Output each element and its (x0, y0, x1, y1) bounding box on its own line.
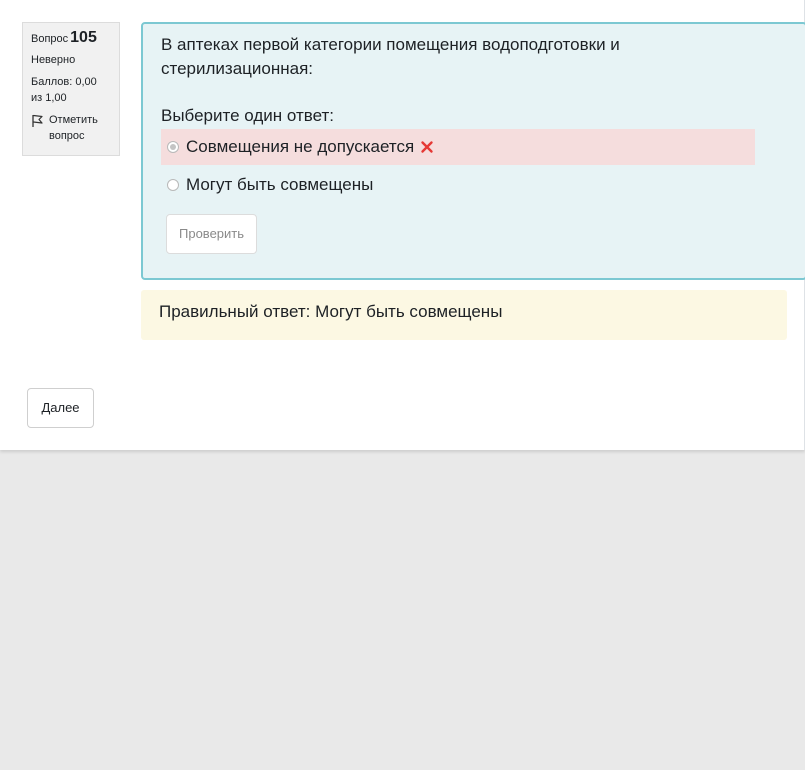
check-button[interactable]: Проверить (166, 214, 258, 254)
quiz-page: Вопрос 105 Неверно Баллов: 0,00 из 1,00 О… (0, 0, 805, 450)
question-number: Вопрос 105 (31, 30, 111, 47)
flag-icon (32, 114, 43, 127)
question-formulation: В аптеках первой категории помещения вод… (141, 22, 805, 280)
answer-option-label: Совмещения не допускается (186, 137, 415, 156)
next-button[interactable]: Далее (27, 388, 94, 428)
flag-question-label: Отметить вопрос (49, 114, 98, 142)
right-answer-text: Правильный ответ: Могут быть совмещены (159, 302, 503, 321)
question-number-value: 105 (70, 29, 97, 46)
answer-option-label: Могут быть совмещены (186, 175, 374, 194)
question-text: В аптеках первой категории помещения вод… (161, 35, 620, 78)
radio-button-selected[interactable] (167, 141, 179, 153)
right-answer-feedback: Правильный ответ: Могут быть совмещены (141, 290, 787, 340)
question-grade: Баллов: 0,00 из 1,00 (31, 76, 97, 104)
answer-option-1[interactable]: Совмещения не допускается (161, 129, 755, 165)
question-label: Вопрос (31, 33, 69, 45)
question-state: Неверно (31, 54, 76, 66)
incorrect-icon (421, 141, 433, 153)
radio-button[interactable] (167, 179, 179, 191)
answer-option-2[interactable]: Могут быть совмещены (161, 167, 755, 203)
flag-question-link[interactable]: Отметить вопрос (31, 112, 111, 144)
answer-prompt: Выберите один ответ: (161, 106, 334, 125)
question-info-panel: Вопрос 105 Неверно Баллов: 0,00 из 1,00 О… (22, 22, 120, 156)
